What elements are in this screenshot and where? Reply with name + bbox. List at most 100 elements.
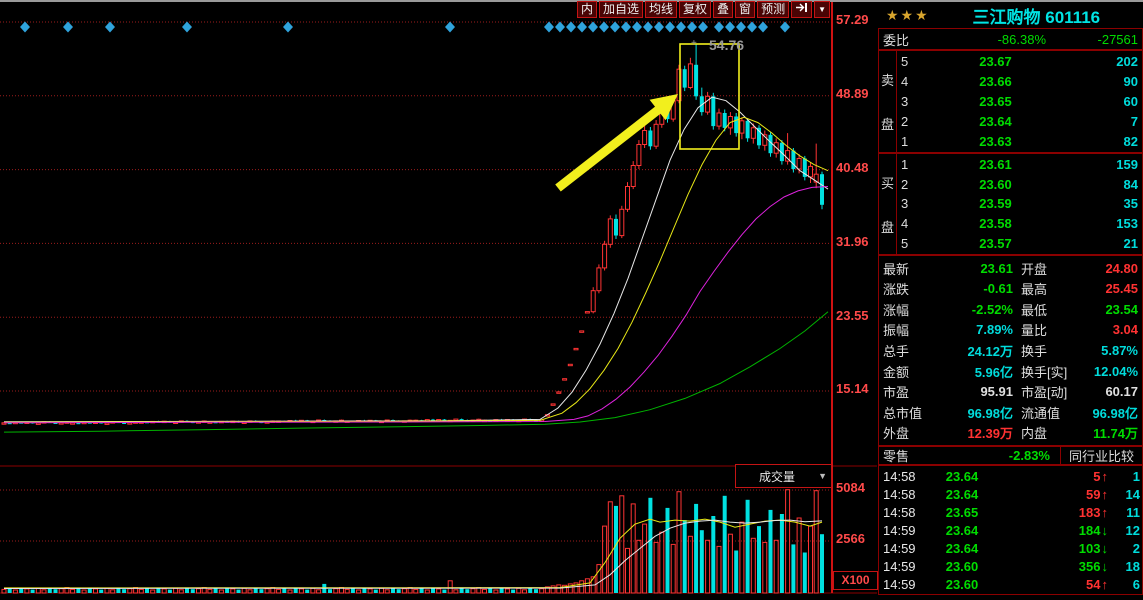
- price-axis-label: 48.89: [836, 86, 869, 101]
- event-diamond-icon[interactable]: [544, 22, 554, 33]
- volume-unit-label: X100: [833, 571, 878, 590]
- tick-row: 14:5923.60356↓18: [879, 557, 1142, 575]
- stats-row: 外盘12.39万内盘11.74万: [879, 423, 1142, 443]
- weibi-percent: -86.38%: [939, 32, 1046, 47]
- ask-row[interactable]: 323.6560: [897, 92, 1142, 112]
- tick-row: 14:5923.64103↓2: [879, 539, 1142, 557]
- volume-pane-header[interactable]: 成交量 ▼: [735, 464, 832, 488]
- event-diamond-icon[interactable]: [63, 22, 73, 33]
- event-diamond-icon[interactable]: [621, 22, 631, 33]
- event-diamond-icon[interactable]: [714, 22, 724, 33]
- ask-book: 卖 盘 523.67202 423.6690 323.6560 223.647 …: [878, 50, 1143, 153]
- volume-axis-label: 5084: [836, 480, 865, 495]
- event-diamond-icon[interactable]: [780, 22, 790, 33]
- candlestick-volume-svg[interactable]: +54.76: [0, 2, 878, 595]
- event-diamond-icon[interactable]: [283, 22, 293, 33]
- event-diamond-icon[interactable]: [610, 22, 620, 33]
- event-diamond-icon[interactable]: [725, 22, 735, 33]
- trade-direction-icon: ↓: [1101, 523, 1109, 538]
- event-diamond-icon[interactable]: [698, 22, 708, 33]
- bid-book: 买 盘 123.61159 223.6084 323.5935 423.5815…: [878, 153, 1143, 255]
- event-diamond-icon[interactable]: [105, 22, 115, 33]
- tick-row: 14:5923.6054↑6: [879, 575, 1142, 593]
- weibi-label: 委比: [879, 30, 939, 49]
- stats-row: 市盈95.91市盈[动]60.17: [879, 382, 1142, 402]
- ask-side-label: 卖 盘: [879, 51, 897, 152]
- stats-row: 金额5.96亿换手[实]12.04%: [879, 361, 1142, 381]
- sector-row: 零售 -2.83% 同行业比较: [878, 446, 1143, 465]
- stats-row: 最新23.61开盘24.80: [879, 258, 1142, 278]
- toolbar-button-inner-disc[interactable]: 内: [577, 1, 597, 18]
- event-diamond-icon[interactable]: [555, 22, 565, 33]
- event-diamond-icon[interactable]: [676, 22, 686, 33]
- ask-row[interactable]: 223.647: [897, 111, 1142, 131]
- price-axis-label: 23.55: [836, 308, 869, 323]
- stats-grid: 最新23.61开盘24.80 涨跌-0.61最高25.45 涨幅-2.52%最低…: [878, 255, 1143, 446]
- volume-pane-title: 成交量: [736, 468, 818, 485]
- price-axis-label: 40.48: [836, 160, 869, 175]
- ask-row[interactable]: 123.6382: [897, 131, 1142, 151]
- event-diamond-icon[interactable]: [687, 22, 697, 33]
- trade-direction-icon: ↑: [1101, 469, 1109, 484]
- chevron-down-icon[interactable]: ▼: [818, 471, 831, 481]
- bid-row[interactable]: 523.5721: [897, 233, 1142, 253]
- event-diamond-icon[interactable]: [654, 22, 664, 33]
- toolbar-button-add-watchlist[interactable]: 加自选: [599, 1, 643, 18]
- bid-row[interactable]: 423.58153: [897, 214, 1142, 234]
- tick-row: 14:5823.645↑1: [879, 467, 1142, 485]
- event-diamond-icon[interactable]: [588, 22, 598, 33]
- kline-chart[interactable]: +54.76: [0, 2, 878, 595]
- toolbar-button-ma[interactable]: 均线: [645, 1, 677, 18]
- event-diamond-icon[interactable]: [445, 22, 455, 33]
- bid-row[interactable]: 223.6084: [897, 175, 1142, 195]
- stats-row: 总市值96.98亿流通值96.98亿: [879, 402, 1142, 422]
- event-diamond-icon[interactable]: [758, 22, 768, 33]
- tick-row: 14:5923.64184↓12: [879, 521, 1142, 539]
- toolbar-dropdown-button[interactable]: ▼: [814, 1, 830, 18]
- stats-row: 涨幅-2.52%最低23.54: [879, 299, 1142, 319]
- chevron-down-icon: ▼: [818, 2, 826, 17]
- rating-stars-icon: ★★★: [878, 7, 930, 24]
- price-axis-label: 15.14: [836, 381, 869, 396]
- event-diamond-icon[interactable]: [599, 22, 609, 33]
- event-diamond-icon[interactable]: [20, 22, 30, 33]
- toolbar-button-overlay[interactable]: 叠: [713, 1, 733, 18]
- price-axis-label: 57.29: [836, 12, 869, 27]
- order-ratio-row: 委比 -86.38% -27561: [878, 28, 1143, 50]
- chart-toolbar: 内 加自选 均线 复权 叠 窗 预测 ▼: [577, 1, 830, 18]
- stock-header: ★★★ 三江购物 601116: [878, 2, 1143, 28]
- toolbar-button-window[interactable]: 窗: [735, 1, 755, 18]
- event-diamond-icon[interactable]: [577, 22, 587, 33]
- stats-row: 振幅7.89%量比3.04: [879, 320, 1142, 340]
- event-diamond-icon[interactable]: [632, 22, 642, 33]
- peak-price-label: 54.76: [709, 37, 744, 53]
- trade-direction-icon: ↑: [1101, 505, 1109, 520]
- bid-row[interactable]: 323.5935: [897, 194, 1142, 214]
- event-diamond-icon[interactable]: [665, 22, 675, 33]
- bid-row[interactable]: 123.61159: [897, 155, 1142, 175]
- ask-row[interactable]: 523.67202: [897, 52, 1142, 72]
- trade-direction-icon: ↓: [1101, 541, 1109, 556]
- stats-row: 总手24.12万换手5.87%: [879, 340, 1142, 360]
- quote-panel: ★★★ 三江购物 601116 委比 -86.38% -27561 卖 盘 52…: [878, 2, 1143, 595]
- stock-title: 三江购物 601116: [930, 3, 1143, 28]
- annotation-arrow-shaft: [558, 110, 658, 188]
- price-axis-label: 31.96: [836, 234, 869, 249]
- toolbar-button-forecast[interactable]: 预测: [757, 1, 789, 18]
- skip-to-end-button[interactable]: [791, 1, 812, 18]
- tick-row: 14:5823.6459↑14: [879, 485, 1142, 503]
- event-diamond-icon[interactable]: [643, 22, 653, 33]
- trade-direction-icon: ↑: [1101, 577, 1109, 592]
- event-diamond-icon[interactable]: [747, 22, 757, 33]
- ask-row[interactable]: 423.6690: [897, 72, 1142, 92]
- event-diamond-icon[interactable]: [566, 22, 576, 33]
- trade-direction-icon: ↓: [1101, 559, 1109, 574]
- sector-performance[interactable]: 零售 -2.83%: [878, 446, 1061, 465]
- event-diamond-icon[interactable]: [736, 22, 746, 33]
- weibi-value: -27561: [1046, 32, 1142, 47]
- arrow-to-bar-icon: [795, 2, 808, 17]
- industry-compare-link[interactable]: 同行业比较: [1061, 446, 1143, 465]
- toolbar-button-adjust[interactable]: 复权: [679, 1, 711, 18]
- volume-axis-label: 2566: [836, 531, 865, 546]
- event-diamond-icon[interactable]: [182, 22, 192, 33]
